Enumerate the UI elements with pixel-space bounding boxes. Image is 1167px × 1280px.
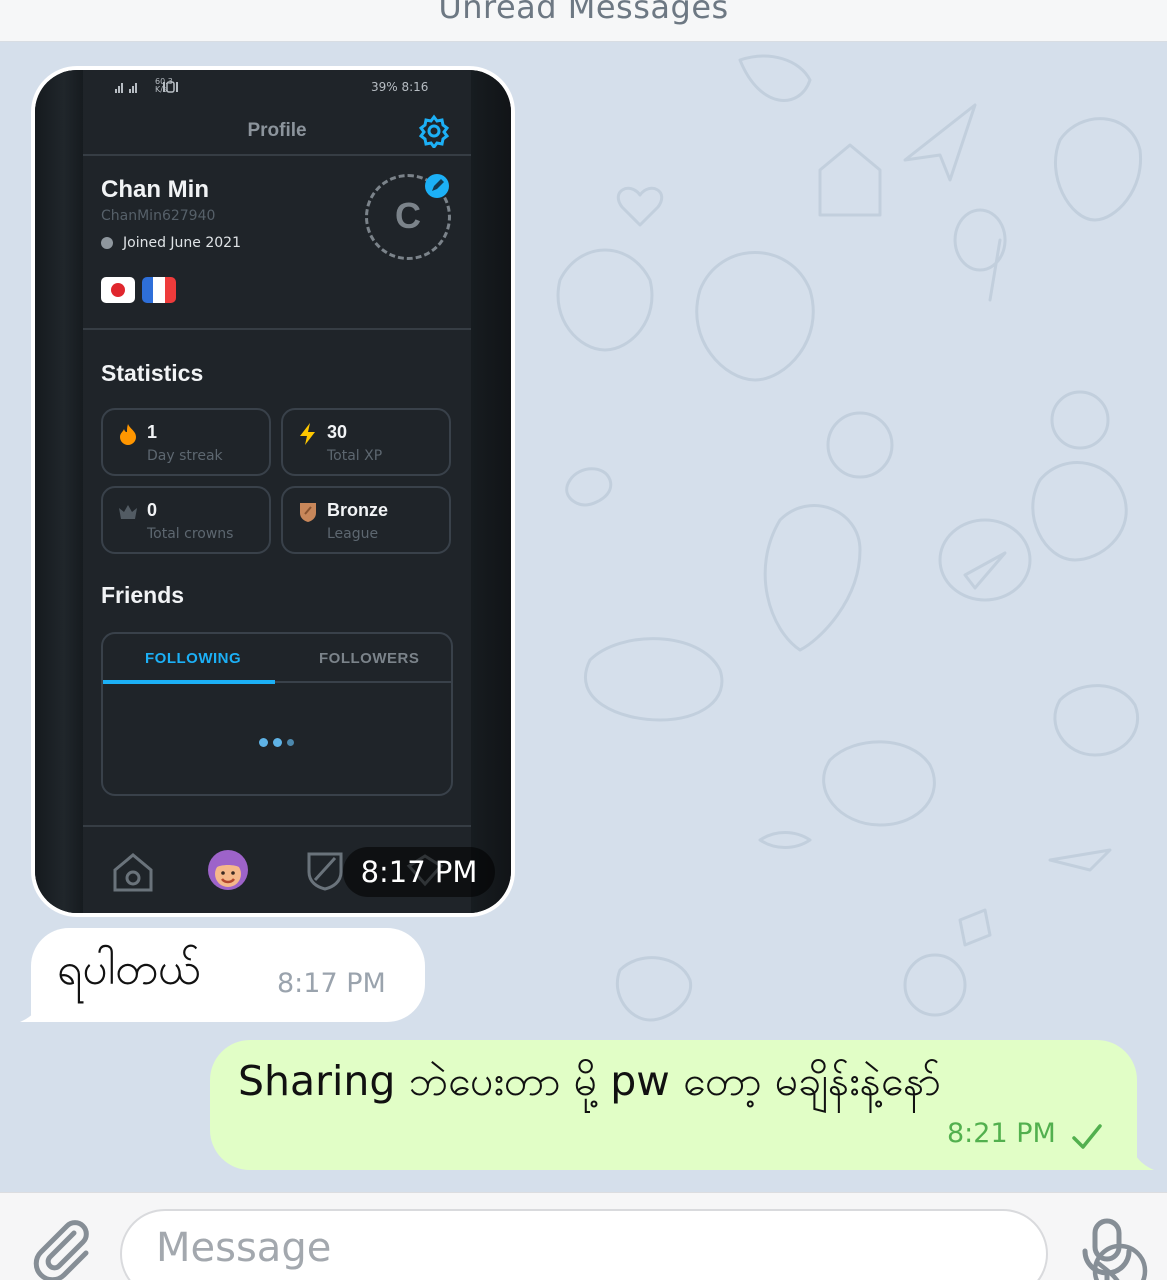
league-shield-icon[interactable] [305,850,345,892]
profile-avatar-icon[interactable] [203,848,253,896]
tab-following[interactable]: FOLLOWING [145,650,241,667]
bottom-nav-divider [83,825,471,827]
message-input[interactable] [156,1225,936,1271]
stat-label: Day streak [147,448,223,464]
profile-name: Chan Min [101,176,209,203]
home-icon[interactable] [109,850,157,894]
outgoing-message-bubble[interactable]: Sharing ဘဲပေးတာ မို့ pw တော့ မချိန်းနဲ့န… [210,1040,1137,1170]
loading-dot [273,738,282,747]
message-time: 8:17 PM [277,968,386,999]
unread-messages-bar: Unread Messages [0,0,1167,42]
france-flag-icon [142,277,176,303]
battery-time: 39% 8:16 [371,80,429,94]
message-input-container[interactable] [120,1209,1148,1280]
stat-label: Total crowns [147,526,234,542]
tab-active-indicator [103,680,275,684]
clock-icon [101,237,113,249]
fire-icon [120,424,136,445]
profile-username: ChanMin627940 [101,208,216,224]
gear-icon[interactable] [417,114,451,148]
sent-check-icon [1072,1124,1102,1149]
net-speed: 60.3 K/s [155,77,173,94]
friends-panel: FOLLOWING FOLLOWERS [101,632,453,796]
stat-value: 1 [147,422,158,442]
message-input-bar [0,1192,1167,1280]
pencil-glyph [432,179,444,191]
avatar-letter: C [395,195,421,236]
microphone-icon[interactable] [1078,1217,1136,1280]
profile-divider [83,328,471,330]
crown-icon [119,505,137,519]
attach-paperclip-icon[interactable] [30,1219,92,1280]
loading-dot [287,739,294,746]
bronze-shield-icon [300,503,316,522]
message-text: ရပါတယ် [57,944,201,995]
stat-label: Total XP [327,448,383,464]
photo-timestamp: 8:17 PM [343,847,495,897]
profile-title: Profile [247,120,307,141]
unread-messages-label: Unread Messages [438,0,729,26]
stat-value: 30 [327,422,348,442]
screenshot-left-edge [35,70,83,913]
statistics-title: Statistics [101,360,204,386]
stat-card-xp: 30 Total XP [281,408,451,476]
message-time: 8:21 PM [947,1118,1056,1149]
screenshot-right-edge [471,70,511,913]
photo-message-bubble[interactable]: 60.3 K/s 39% 8:16 Profile Chan Min ChanM… [31,66,515,917]
profile-header: Profile [83,110,471,156]
tab-followers[interactable]: FOLLOWERS [319,650,419,667]
message-text: Sharing ဘဲပေးတာ မို့ pw တော့ မချိန်းနဲ့န… [238,1057,942,1105]
stat-card-league: Bronze League [281,486,451,554]
edit-pencil-icon[interactable] [425,174,449,198]
stat-label: League [327,526,379,542]
shared-screenshot[interactable]: 60.3 K/s 39% 8:16 Profile Chan Min ChanM… [35,70,511,913]
stat-value: Bronze [327,500,389,520]
lightning-icon [300,423,315,445]
japan-flag-icon [101,277,135,303]
loading-dot [259,738,268,747]
friends-title: Friends [101,582,185,608]
joined-date: Joined June 2021 [123,235,241,251]
stat-value: 0 [147,500,158,520]
incoming-message-bubble[interactable]: ရပါတယ် 8:17 PM [31,928,425,1022]
stat-card-streak: 1 Day streak [101,408,271,476]
stat-card-crowns: 0 Total crowns [101,486,271,554]
